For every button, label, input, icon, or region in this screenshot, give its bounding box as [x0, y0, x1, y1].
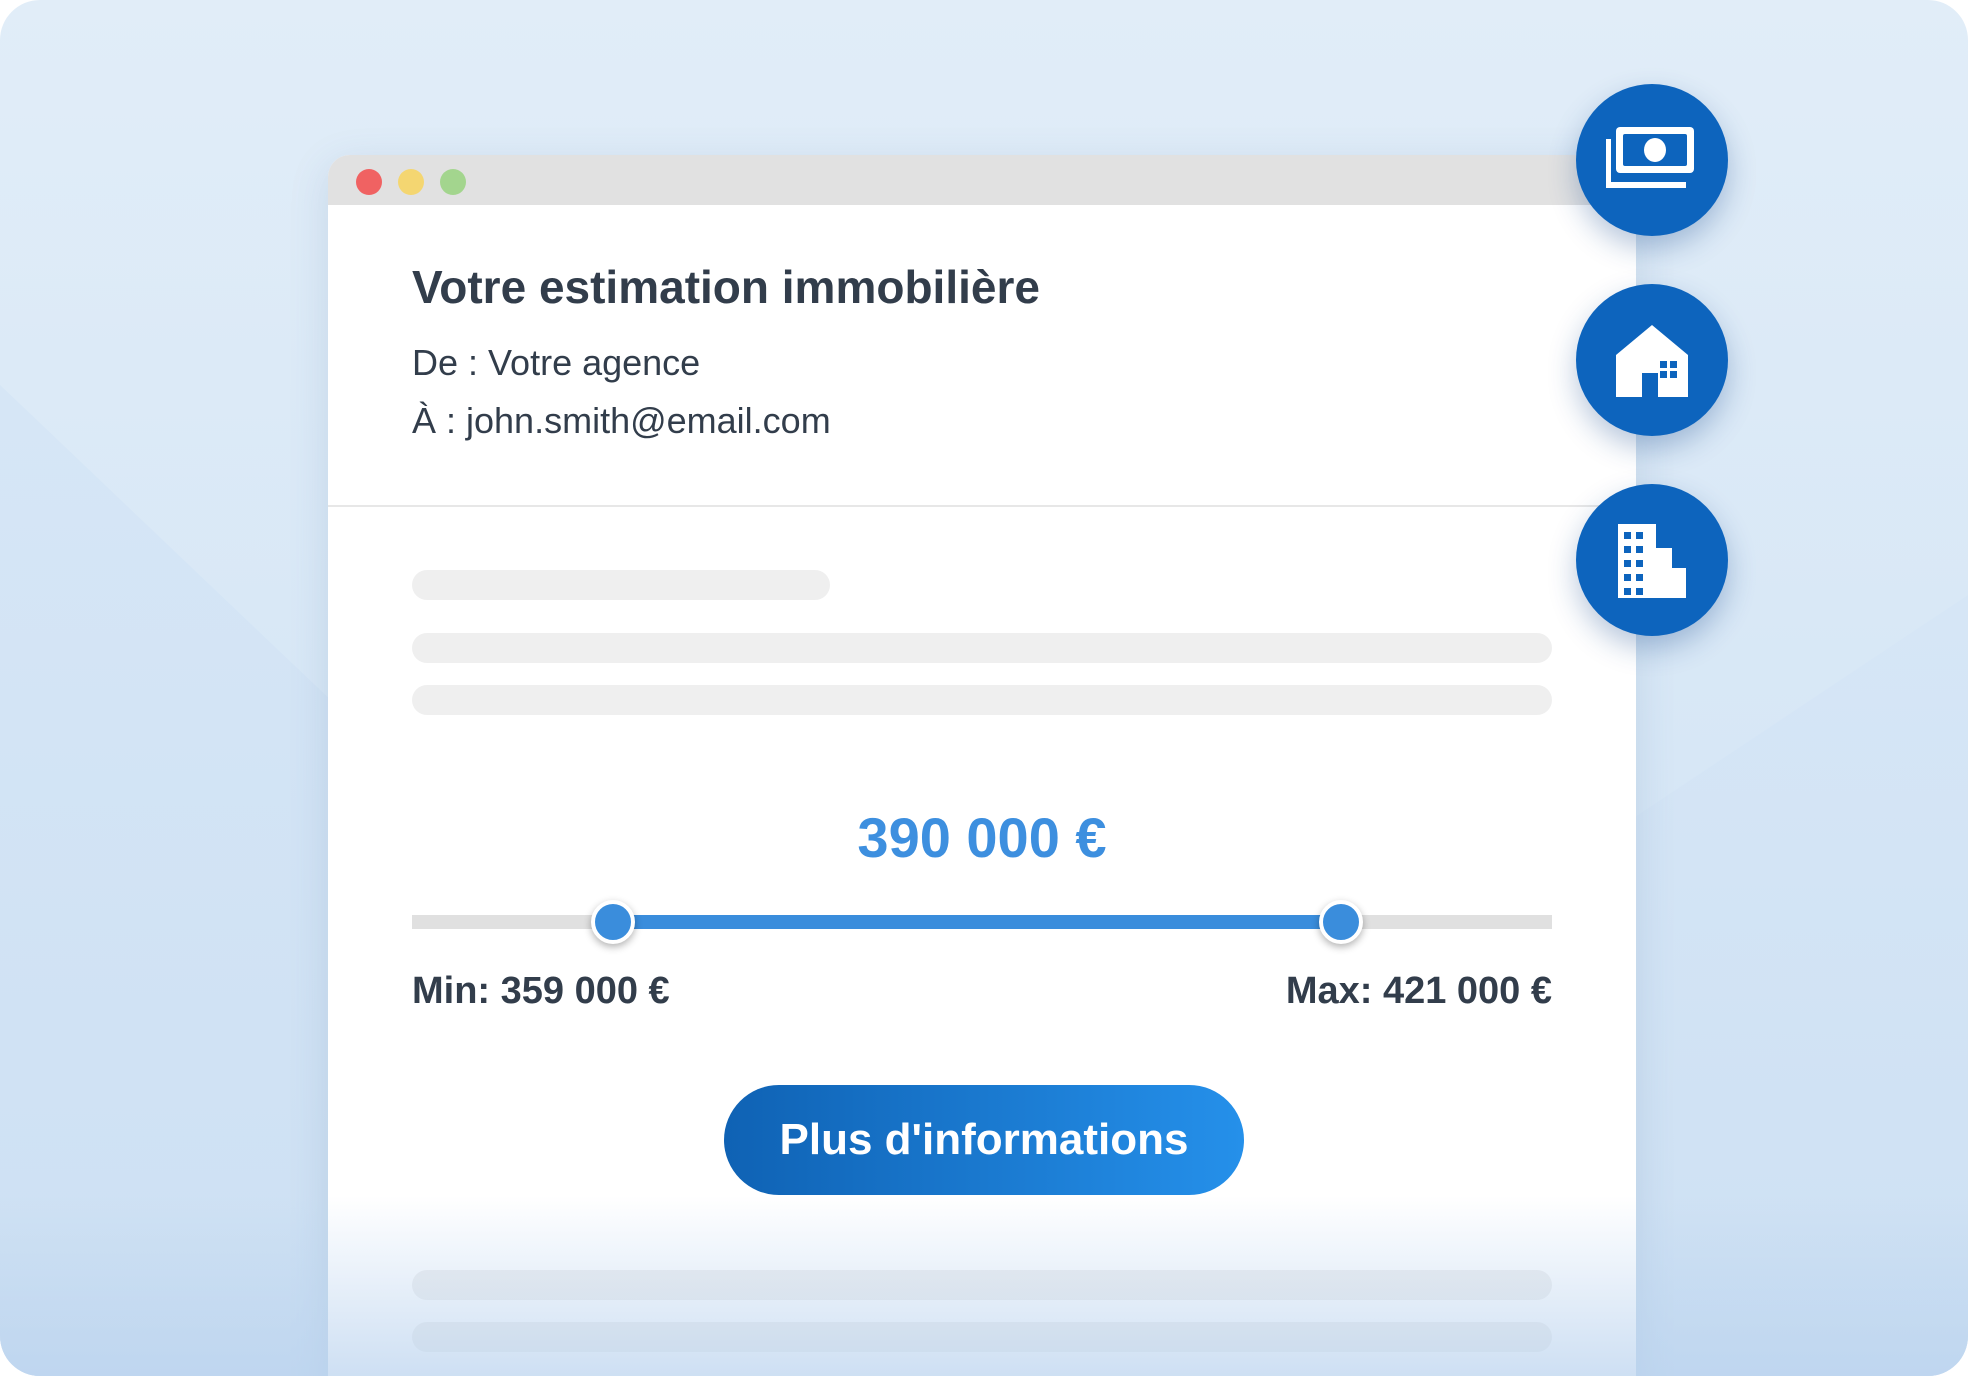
money-action-button[interactable] — [1576, 84, 1728, 236]
bottom-fade — [0, 1196, 1968, 1376]
price-range-fill — [615, 915, 1343, 929]
building-action-button[interactable] — [1576, 484, 1728, 636]
placeholder-line — [412, 570, 830, 600]
placeholder-line — [412, 633, 1552, 663]
email-from: De : Votre agence — [412, 342, 701, 383]
price-range-max-handle[interactable] — [1319, 900, 1363, 944]
background: Votre estimation immobilière De : Votre … — [0, 0, 1968, 1376]
price-range-min-handle[interactable] — [591, 900, 635, 944]
more-info-button[interactable]: Plus d'informations — [724, 1085, 1244, 1195]
price-max-label: Max: 421 000 € — [1285, 970, 1552, 1012]
email-subject: Votre estimation immobilière — [412, 261, 1040, 313]
building-icon — [1618, 524, 1686, 598]
window-titlebar — [328, 155, 1636, 205]
placeholder-line — [412, 685, 1552, 715]
house-icon — [1616, 325, 1688, 397]
estimated-price: 390 000 € — [857, 806, 1107, 869]
close-window-button[interactable] — [356, 169, 382, 195]
email-window: Votre estimation immobilière De : Votre … — [328, 155, 1636, 1376]
house-action-button[interactable] — [1576, 284, 1728, 436]
email-header: Votre estimation immobilière De : Votre … — [412, 260, 1040, 458]
money-icon — [1606, 127, 1694, 188]
price-min-label: Min: 359 000 € — [412, 970, 670, 1012]
header-divider — [328, 505, 1636, 507]
maximize-window-button[interactable] — [440, 169, 466, 195]
minimize-window-button[interactable] — [398, 169, 424, 195]
email-to: À : john.smith@email.com — [412, 400, 831, 441]
